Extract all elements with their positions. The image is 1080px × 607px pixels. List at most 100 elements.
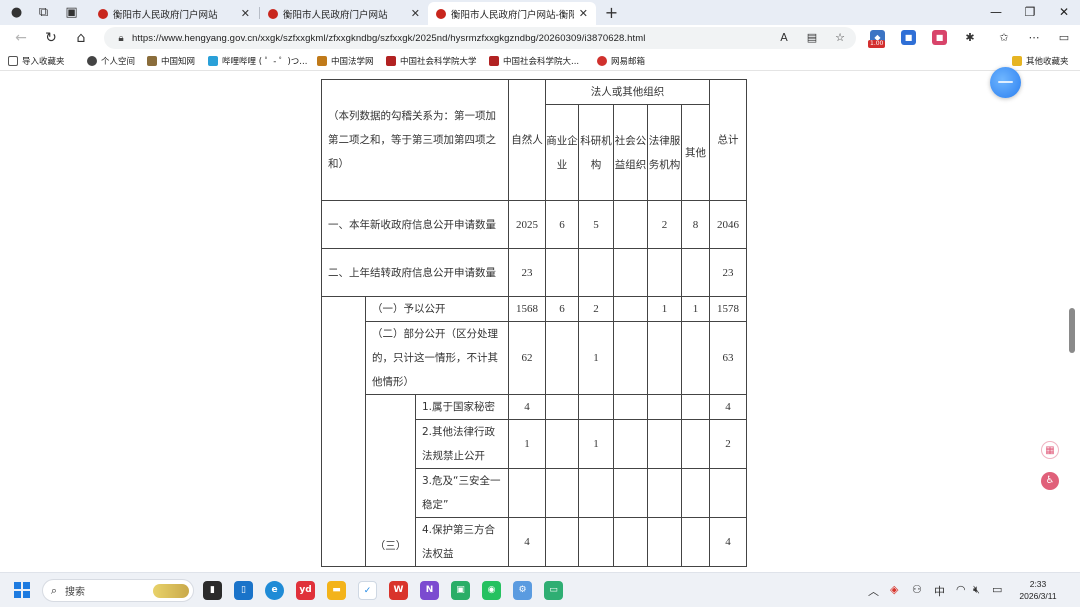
address-bar[interactable]: 🔒︎ https://www.hengyang.gov.cn/xxgk/szfx… bbox=[104, 27, 856, 49]
bookmark-ucass[interactable]: 中国社会科学院大学 bbox=[386, 54, 477, 68]
extension-pink-icon[interactable]: ■ bbox=[932, 30, 947, 45]
wps-icon[interactable]: W bbox=[389, 581, 408, 600]
table-row: （三） 1.属于国家秘密 4 4 bbox=[322, 394, 747, 567]
table-row: 二、上年结转政府信息公开申请数量 23 23 bbox=[321, 248, 747, 297]
extension-blue-icon[interactable]: ■ bbox=[901, 30, 916, 45]
taskbar-clock[interactable]: 2:33 2026/3/11 bbox=[1010, 578, 1066, 602]
volume-muted-icon[interactable]: 🔇︎ bbox=[973, 583, 980, 597]
gov-emblem-icon bbox=[436, 8, 446, 19]
cell-research: 1 bbox=[578, 419, 614, 469]
battery-icon[interactable]: ▭ bbox=[992, 583, 1002, 596]
import-icon bbox=[8, 56, 18, 66]
tray-chevron-up-icon[interactable]: ︿ bbox=[868, 583, 879, 599]
todo-icon[interactable]: ✓ bbox=[358, 581, 377, 600]
mail-icon bbox=[597, 56, 607, 66]
cell-natural bbox=[508, 468, 546, 518]
tray-people-icon[interactable]: ⚇ bbox=[912, 583, 922, 596]
cell-business bbox=[545, 394, 579, 420]
cell-total: 2 bbox=[709, 419, 747, 469]
bookmark-label: 中国法学网 bbox=[331, 57, 374, 67]
header-note: （本列数据的勾稽关系为：第一项加第二项之和，等于第三项加第四项之和） bbox=[321, 79, 509, 201]
refresh-icon[interactable]: ↻ bbox=[42, 29, 60, 47]
ucass-icon bbox=[489, 56, 499, 66]
cell-other: 8 bbox=[681, 200, 710, 249]
tab-3-active[interactable]: 衡阳市人民政府门户网站-衡阳市... ✕ bbox=[428, 2, 596, 25]
more-menu-icon[interactable]: ⋯ bbox=[1026, 30, 1042, 46]
col-total: 总计 bbox=[709, 79, 747, 201]
read-aloud-icon[interactable]: A bbox=[776, 30, 792, 46]
cell-business bbox=[545, 419, 579, 469]
bookmark-personal-space[interactable]: 个人空间 bbox=[87, 54, 135, 68]
file-explorer-icon[interactable]: ▬ bbox=[327, 581, 346, 600]
bookmark-import[interactable]: 导入收藏夹 bbox=[8, 54, 65, 68]
back-icon[interactable]: ← bbox=[12, 29, 30, 47]
cell-research: 5 bbox=[578, 200, 614, 249]
app-green-icon[interactable]: ▣ bbox=[451, 581, 470, 600]
close-window-button[interactable]: ✕ bbox=[1054, 3, 1074, 21]
bookmark-other-folder[interactable]: 其他收藏夹 bbox=[1012, 54, 1069, 68]
new-tab-button[interactable]: + bbox=[603, 4, 620, 21]
grid-tool-icon[interactable]: ▦ bbox=[1041, 441, 1059, 459]
onenote-icon[interactable]: N bbox=[420, 581, 439, 600]
cell-total: 4 bbox=[709, 517, 747, 567]
floating-assistant-icon[interactable] bbox=[990, 67, 1021, 98]
bookmark-law-net[interactable]: 中国法学网 bbox=[317, 54, 374, 68]
gov-emblem-icon bbox=[268, 8, 278, 19]
taskbar-search[interactable]: ⌕ 搜索 bbox=[42, 579, 194, 602]
close-tab-icon[interactable]: ✕ bbox=[241, 7, 250, 20]
favorite-star-icon[interactable]: ☆ bbox=[832, 30, 848, 46]
wechat-icon[interactable]: ◉ bbox=[482, 581, 501, 600]
cell-other bbox=[681, 419, 710, 469]
section-three-outer bbox=[321, 296, 366, 567]
tab-actions-icon[interactable]: ▣ bbox=[63, 4, 80, 21]
immersive-reader-icon[interactable]: ▤ bbox=[804, 30, 820, 46]
table-row: （一）予以公开 1568 6 2 1 1 1578 bbox=[321, 296, 747, 567]
cell-natural: 1568 bbox=[508, 296, 546, 322]
cell-other bbox=[681, 321, 710, 395]
taskbar: ⌕ 搜索 ▮ ▯ e yd ▬ ✓ W N ▣ ◉ ⚙ ▭ ︿ ◈ ⚇ 中 ◠ … bbox=[0, 572, 1080, 607]
cell-social bbox=[613, 517, 648, 567]
windows-start-icon[interactable] bbox=[14, 582, 30, 598]
cell-social bbox=[613, 200, 648, 249]
tab-2[interactable]: 衡阳市人民政府门户网站 ✕ bbox=[260, 2, 428, 25]
bookmark-163-mail[interactable]: 网易邮箱 bbox=[597, 54, 645, 68]
url-text[interactable]: https://www.hengyang.gov.cn/xxgk/szfxxgk… bbox=[132, 33, 645, 44]
tab-title: 衡阳市人民政府门户网站 bbox=[113, 9, 218, 21]
accessibility-icon[interactable]: ♿︎ bbox=[1041, 472, 1059, 490]
scrollbar-thumb[interactable] bbox=[1069, 308, 1075, 353]
clock-date: 2026/3/11 bbox=[1019, 591, 1057, 601]
task-view-icon[interactable]: ▮ bbox=[203, 581, 222, 600]
address-bar-row: ← ↻ ⌂ 🔒︎ https://www.hengyang.gov.cn/xxg… bbox=[0, 25, 1080, 51]
sidebar-toggle-icon[interactable]: ▭ bbox=[1056, 30, 1072, 46]
bookmark-cnki[interactable]: 中国知网 bbox=[147, 54, 195, 68]
row-label: 1.属于国家秘密 bbox=[415, 394, 509, 420]
cell-natural: 4 bbox=[508, 394, 546, 420]
cell-research: 2 bbox=[578, 296, 614, 322]
screen-icon[interactable]: ▭ bbox=[544, 581, 563, 600]
cell-total bbox=[709, 468, 747, 518]
close-tab-icon[interactable]: ✕ bbox=[411, 7, 420, 20]
close-tab-icon[interactable]: ✕ bbox=[579, 7, 588, 20]
ime-indicator[interactable]: 中 bbox=[934, 583, 945, 599]
extensions-puzzle-icon[interactable]: ✱ bbox=[962, 30, 978, 46]
settings-gear-icon[interactable]: ⚙ bbox=[513, 581, 532, 600]
restore-button[interactable]: ❐ bbox=[1020, 3, 1040, 21]
youdao-icon[interactable]: yd bbox=[296, 581, 315, 600]
col-social-welfare: 社会公益组织 bbox=[613, 104, 648, 201]
edge-browser-icon[interactable]: e bbox=[265, 581, 284, 600]
tab-1[interactable]: 衡阳市人民政府门户网站 ✕ bbox=[90, 2, 258, 25]
bookmark-bilibili[interactable]: 哔哩哔哩 ( ゜- ゜)つ... bbox=[208, 54, 307, 68]
minimize-button[interactable]: — bbox=[986, 3, 1006, 21]
cell-research: 1 bbox=[578, 321, 614, 395]
workspaces-icon[interactable]: ⧉ bbox=[35, 4, 52, 21]
bookmark-ucass-2[interactable]: 中国社会科学院大... bbox=[489, 54, 579, 68]
wifi-icon[interactable]: ◠ bbox=[956, 583, 966, 596]
tray-app-icon[interactable]: ◈ bbox=[890, 583, 898, 596]
col-research: 科研机构 bbox=[578, 104, 614, 201]
widgets-icon[interactable]: ▯ bbox=[234, 581, 253, 600]
profile-icon[interactable]: ● bbox=[8, 4, 25, 21]
bookmark-label: 网易邮箱 bbox=[611, 57, 646, 67]
cell-natural: 4 bbox=[508, 517, 546, 567]
home-icon[interactable]: ⌂ bbox=[72, 29, 90, 47]
favorites-icon[interactable]: ✩ bbox=[996, 30, 1012, 46]
